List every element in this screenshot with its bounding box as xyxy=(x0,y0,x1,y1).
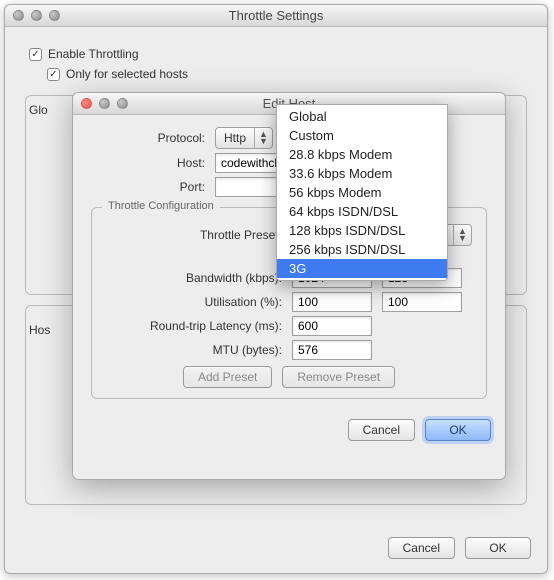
protocol-value: Http xyxy=(216,131,254,145)
minimize-icon[interactable] xyxy=(31,10,42,21)
utilisation-upload-input[interactable] xyxy=(382,292,462,312)
latency-label: Round-trip Latency (ms): xyxy=(102,319,282,333)
preset-option[interactable]: 128 kbps ISDN/DSL xyxy=(277,221,447,240)
traffic-lights-main xyxy=(5,10,60,21)
minimize-icon[interactable] xyxy=(99,98,110,109)
modal-ok-button[interactable]: OK xyxy=(425,419,491,441)
main-titlebar: Throttle Settings xyxy=(5,5,547,27)
only-selected-hosts-checkbox[interactable]: ✓ xyxy=(47,68,60,81)
utilisation-label: Utilisation (%): xyxy=(102,295,282,309)
preset-option[interactable]: 3G xyxy=(277,259,447,278)
preset-option[interactable]: 33.6 kbps Modem xyxy=(277,164,447,183)
port-label: Port: xyxy=(89,180,205,194)
preset-option[interactable]: 64 kbps ISDN/DSL xyxy=(277,202,447,221)
global-section-label: Glo xyxy=(29,103,48,117)
mtu-label: MTU (bytes): xyxy=(102,343,282,357)
throttle-config-title: Throttle Configuration xyxy=(102,200,220,212)
mtu-input[interactable] xyxy=(292,340,372,360)
modal-cancel-button[interactable]: Cancel xyxy=(348,419,415,441)
close-icon[interactable] xyxy=(81,98,92,109)
preset-option[interactable]: Custom xyxy=(277,126,447,145)
add-preset-button[interactable]: Add Preset xyxy=(183,366,272,388)
close-icon[interactable] xyxy=(13,10,24,21)
chevron-updown-icon: ▲▼ xyxy=(254,127,272,149)
only-selected-hosts-label: Only for selected hosts xyxy=(66,67,188,81)
enable-throttling-checkbox[interactable]: ✓ xyxy=(29,48,42,61)
protocol-label: Protocol: xyxy=(89,131,205,145)
bandwidth-label: Bandwidth (kbps): xyxy=(102,271,282,285)
preset-option[interactable]: Global xyxy=(277,107,447,126)
remove-preset-button[interactable]: Remove Preset xyxy=(282,366,395,388)
main-cancel-button[interactable]: Cancel xyxy=(388,537,455,559)
preset-option[interactable]: 256 kbps ISDN/DSL xyxy=(277,240,447,259)
preset-option[interactable]: 56 kbps Modem xyxy=(277,183,447,202)
chevron-updown-icon: ▲▼ xyxy=(453,224,471,246)
hosts-section-label: Hos xyxy=(29,323,50,337)
throttle-preset-dropdown[interactable]: GlobalCustom28.8 kbps Modem33.6 kbps Mod… xyxy=(276,104,448,281)
enable-throttling-label: Enable Throttling xyxy=(48,47,139,61)
protocol-select[interactable]: Http ▲▼ xyxy=(215,127,273,149)
throttle-preset-label: Throttle Preset: xyxy=(102,228,282,242)
traffic-lights-modal xyxy=(73,98,128,109)
zoom-icon[interactable] xyxy=(117,98,128,109)
latency-input[interactable] xyxy=(292,316,372,336)
host-label: Host: xyxy=(89,156,205,170)
main-window-title: Throttle Settings xyxy=(5,8,547,23)
zoom-icon[interactable] xyxy=(49,10,60,21)
main-ok-button[interactable]: OK xyxy=(465,537,531,559)
preset-option[interactable]: 28.8 kbps Modem xyxy=(277,145,447,164)
utilisation-download-input[interactable] xyxy=(292,292,372,312)
